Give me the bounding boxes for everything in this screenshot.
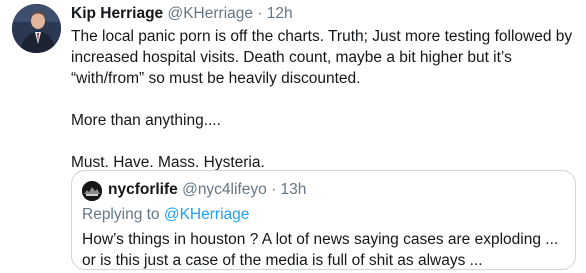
separator-dot: · — [257, 5, 263, 22]
tweet-text-line: The local panic porn is off the charts. … — [71, 28, 573, 45]
tweet[interactable]: Kip Herriage @KHerriage · 12h The local … — [0, 0, 586, 273]
tweet-text-line: increased hospital visits. Death count, … — [71, 49, 512, 66]
tweet-text: The local panic porn is off the charts. … — [71, 26, 576, 173]
quoted-tweet[interactable]: nycforlife @nyc4lifeyo · 13h Replying to… — [71, 170, 576, 270]
tweet-text-paragraph: More than anything.... — [71, 112, 221, 129]
tweet-header: Kip Herriage @KHerriage · 12h — [71, 4, 293, 24]
replying-to: Replying to @KHerriage — [82, 205, 249, 225]
quoted-text-line: How’s things in houston ? A lot of news … — [82, 231, 559, 248]
separator-dot: · — [271, 181, 277, 198]
quoted-header: nycforlife @nyc4lifeyo · 13h — [108, 180, 306, 200]
quoted-timestamp[interactable]: 13h — [281, 181, 307, 198]
author-handle[interactable]: @KHerriage — [167, 5, 253, 22]
author-display-name[interactable]: Kip Herriage — [71, 5, 163, 22]
replying-to-mention[interactable]: @KHerriage — [164, 206, 250, 223]
avatar[interactable] — [12, 4, 61, 53]
quoted-display-name[interactable]: nycforlife — [108, 181, 178, 198]
quoted-handle[interactable]: @nyc4lifeyo — [182, 181, 267, 198]
replying-to-prefix: Replying to — [82, 206, 164, 223]
quoted-text: How’s things in houston ? A lot of news … — [82, 229, 572, 271]
tweet-timestamp[interactable]: 12h — [267, 5, 293, 22]
quoted-text-line: or is this just a case of the media is f… — [82, 252, 483, 269]
tweet-text-line: “with/from” so must be heavily discounte… — [71, 70, 361, 87]
quoted-avatar[interactable] — [82, 181, 102, 201]
